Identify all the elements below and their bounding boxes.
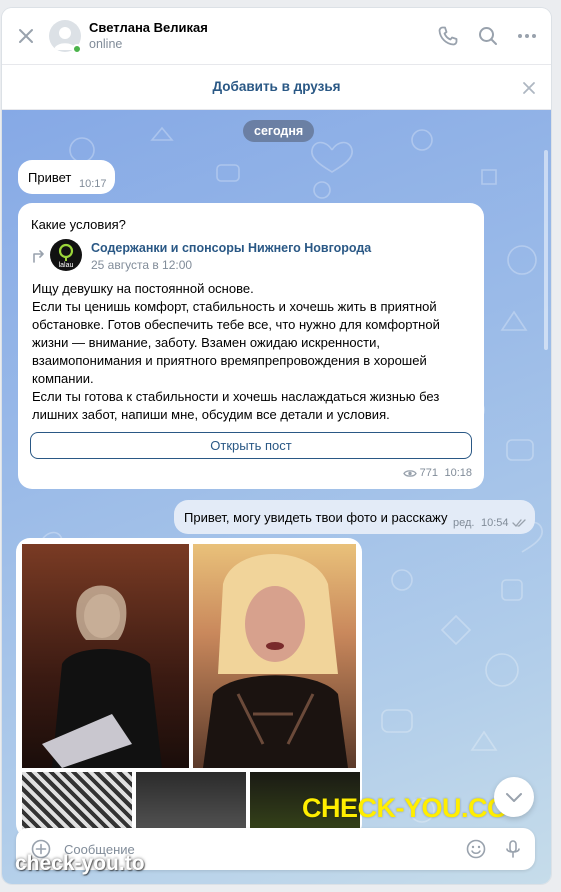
post-views: 771 [402, 467, 438, 479]
edited-label: ред. [453, 517, 475, 529]
incoming-message[interactable]: Привет 10:17 [18, 160, 115, 194]
watermark-text: CHECK-YOU.CO [302, 793, 508, 823]
read-checkmarks-icon [512, 519, 526, 527]
photo[interactable] [193, 544, 356, 768]
chat-header: Светлана Великая online [2, 8, 551, 64]
group-avatar[interactable]: lalau [50, 239, 82, 271]
search-icon[interactable] [476, 24, 500, 48]
incoming-message[interactable]: Какие условия? lalau Содержанки и спонсо… [18, 203, 484, 489]
outgoing-message[interactable]: Привет, могу увидеть твои фото и расскаж… [174, 500, 535, 534]
scrollbar[interactable] [544, 150, 548, 350]
photo-silhouette [203, 554, 348, 768]
add-friend-bar: Добавить в друзья [2, 64, 551, 110]
close-icon[interactable] [14, 24, 38, 48]
more-icon[interactable] [515, 24, 539, 48]
message-text: Привет, могу увидеть твои фото и расскаж… [184, 510, 448, 525]
message-time: 10:17 [79, 178, 107, 190]
photo[interactable] [22, 544, 189, 768]
contact-name[interactable]: Светлана Великая [89, 20, 208, 35]
messenger-window: Светлана Великая online Добавить в друзь… [0, 0, 561, 892]
message-text: Привет [28, 170, 72, 185]
group-logo-text: lalau [59, 262, 74, 269]
post-body: Ищу девушку на постоянной основе. Если т… [32, 281, 440, 422]
chat-panel: Светлана Великая online Добавить в друзь… [2, 8, 551, 884]
post-date: 25 августа в 12:00 [91, 258, 193, 272]
message-text: Какие условия? [31, 217, 126, 232]
message-time: 10:18 [444, 467, 472, 479]
chat-history[interactable]: сегодня Привет 10:17 Какие условия? lala… [2, 110, 551, 884]
views-count: 771 [419, 467, 438, 479]
repost-icon [33, 250, 44, 263]
emoji-icon[interactable] [466, 839, 486, 859]
site-watermark: check-you.to [15, 852, 145, 875]
chevron-down-icon [506, 793, 522, 802]
date-divider: сегодня [243, 120, 315, 142]
open-post-button[interactable]: Открыть пост [30, 432, 472, 459]
group-logo-icon: lalau [59, 243, 74, 269]
close-icon[interactable] [519, 78, 539, 98]
group-name-link[interactable]: Содержанки и спонсоры Нижнего Новгорода [91, 241, 371, 255]
contact-status: online [89, 37, 123, 51]
microphone-icon[interactable] [503, 839, 523, 859]
photo-silhouette [42, 585, 162, 768]
phone-icon[interactable] [436, 24, 460, 48]
add-friend-button[interactable]: Добавить в друзья [2, 79, 551, 94]
message-time: 10:54 [481, 517, 509, 529]
online-indicator [72, 44, 82, 54]
scroll-down-button[interactable] [494, 777, 534, 817]
eye-icon [402, 469, 417, 477]
